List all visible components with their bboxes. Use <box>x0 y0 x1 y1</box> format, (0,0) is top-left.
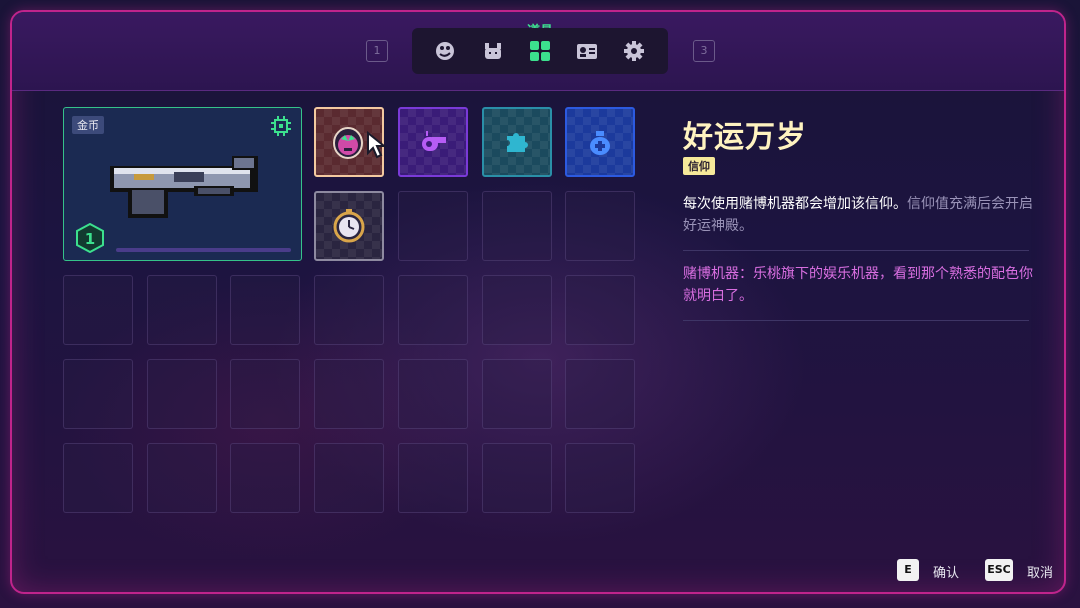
empty-slot[interactable] <box>482 275 552 345</box>
empty-slot[interactable] <box>398 191 468 261</box>
item-category-tag: 信仰 <box>683 157 715 175</box>
item-slot-pocket-watch[interactable] <box>314 191 384 261</box>
confirm-label: 确认 <box>933 566 960 581</box>
item-slot-money-bag[interactable] <box>565 107 635 177</box>
empty-slot[interactable] <box>63 359 133 429</box>
level-badge: 1 <box>76 223 104 253</box>
palette-icon <box>436 42 454 60</box>
mask-icon <box>333 127 363 159</box>
empty-slot[interactable] <box>314 443 384 513</box>
currency-tag: 金币 <box>72 116 104 134</box>
empty-slot[interactable] <box>565 275 635 345</box>
item-description: 每次使用赌博机器都会增加该信仰。信仰值充满后会开启好运神殿。 <box>683 193 1033 237</box>
next-page-indicator[interactable]: 3 <box>693 40 715 62</box>
pet-icon <box>485 43 501 59</box>
pocket-watch-icon <box>333 209 365 243</box>
puzzle-icon <box>507 133 528 152</box>
tab-palette[interactable] <box>430 36 460 66</box>
empty-slot[interactable] <box>565 443 635 513</box>
empty-slot[interactable] <box>565 359 635 429</box>
tab-items[interactable] <box>525 36 555 66</box>
chip-icon <box>271 116 291 136</box>
empty-slot[interactable] <box>147 359 217 429</box>
whistle-icon <box>422 131 446 151</box>
empty-slot[interactable] <box>482 443 552 513</box>
item-slot-whistle[interactable] <box>398 107 468 177</box>
item-title: 好运万岁 <box>683 120 807 155</box>
equipped-weapon-card[interactable]: 金币 1 <box>63 107 302 261</box>
empty-slot[interactable] <box>565 191 635 261</box>
empty-slot[interactable] <box>230 443 300 513</box>
tab-bar <box>412 28 668 74</box>
cancel-key[interactable]: ESC <box>985 559 1013 581</box>
items-grid-icon <box>530 41 550 61</box>
item-description-main: 每次使用赌博机器都会增加该信仰。 <box>683 196 907 212</box>
prev-page-indicator[interactable]: 1 <box>366 40 388 62</box>
weapon-progress-bar <box>116 248 291 252</box>
empty-slot[interactable] <box>230 275 300 345</box>
item-slot-mask[interactable] <box>314 107 387 177</box>
divider <box>683 320 1029 321</box>
empty-slot[interactable] <box>398 275 468 345</box>
cursor-icon <box>367 131 387 159</box>
empty-slot[interactable] <box>147 275 217 345</box>
empty-slot[interactable] <box>398 443 468 513</box>
confirm-key[interactable]: E <box>897 559 919 581</box>
tab-pets[interactable] <box>478 36 508 66</box>
svg-text:1: 1 <box>85 230 95 248</box>
empty-slot[interactable] <box>147 443 217 513</box>
item-slot-puzzle[interactable] <box>482 107 552 177</box>
empty-slot[interactable] <box>398 359 468 429</box>
empty-slot[interactable] <box>482 191 552 261</box>
cancel-label: 取消 <box>1027 566 1054 581</box>
empty-slot[interactable] <box>230 359 300 429</box>
money-bag-icon <box>590 131 610 155</box>
empty-slot[interactable] <box>482 359 552 429</box>
character-card-icon <box>577 44 597 59</box>
empty-slot[interactable] <box>63 275 133 345</box>
tab-characters[interactable] <box>572 36 602 66</box>
tab-settings[interactable] <box>619 36 649 66</box>
pistol-icon <box>110 156 258 218</box>
gear-icon <box>624 41 644 61</box>
empty-slot[interactable] <box>314 275 384 345</box>
item-lore: 赌博机器：乐桃旗下的娱乐机器，看到那个熟悉的配色你就明白了。 <box>683 266 1033 304</box>
empty-slot[interactable] <box>314 359 384 429</box>
divider <box>683 250 1029 251</box>
empty-slot[interactable] <box>63 443 133 513</box>
